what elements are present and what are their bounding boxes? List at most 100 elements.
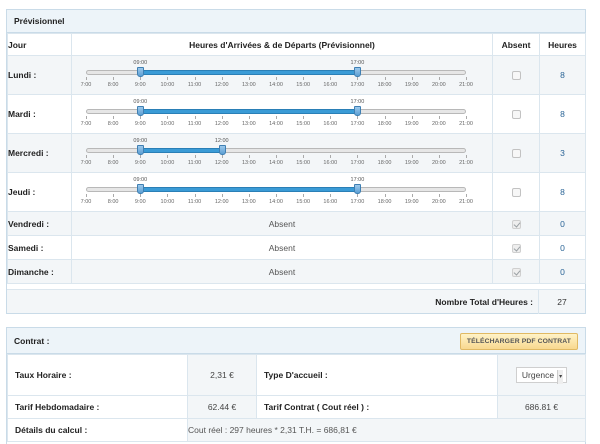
slider-end-handle[interactable] <box>354 106 362 116</box>
slider-tick <box>248 116 250 119</box>
type-accueil-select[interactable]: Urgence ▾ <box>515 367 568 384</box>
slider-tick <box>466 77 467 80</box>
slider-tick-label: 16:00 <box>323 82 338 88</box>
slider-tick-label: 20:00 <box>431 121 446 127</box>
type-accueil-label: Type D'accueil : <box>256 354 498 396</box>
slider-end-handle[interactable] <box>354 67 362 77</box>
absent-checkbox[interactable] <box>511 71 521 81</box>
slider-tick-label: 12:00 <box>214 82 229 88</box>
slider-tick <box>113 155 115 158</box>
slider-tick-label: 15:00 <box>296 199 311 205</box>
day-row: Samedi : Absent 0 <box>7 235 586 260</box>
slider-tick-label: 21:00 <box>459 121 473 127</box>
slider-tick-label: 19:00 <box>404 121 419 127</box>
slider-tick-label: 21:00 <box>459 199 473 205</box>
day-label: Mardi : <box>7 94 72 134</box>
slider-tick <box>438 194 440 197</box>
slider-tick-label: 11:00 <box>187 82 202 88</box>
slider-end-handle[interactable] <box>218 145 226 155</box>
slider-tick-label: 7:00 <box>80 199 92 205</box>
slider-tick-label: 18:00 <box>377 82 392 88</box>
day-row: Dimanche : Absent 0 <box>7 259 586 284</box>
absent-checkbox[interactable] <box>511 219 521 229</box>
slider-tick <box>411 155 413 158</box>
total-hours-label: Nombre Total d'Heures : <box>435 297 533 307</box>
slider-tick <box>276 155 277 158</box>
tarif-contrat-label: Tarif Contrat ( Cout réel ) : <box>256 395 498 419</box>
slider-tick-label: 20:00 <box>431 82 446 88</box>
slider-tick-label: 14:00 <box>269 160 283 166</box>
hours-range-slider[interactable]: 7:00 8:00 9:00 10:00 11:00 12:00 13:00 14:00 15:… <box>80 173 473 212</box>
slider-tick <box>140 155 142 158</box>
slider-tick-label: 19:00 <box>404 199 419 205</box>
slider-tick <box>384 116 386 119</box>
slider-tick <box>221 194 223 197</box>
day-hours: 8 <box>539 172 586 212</box>
slider-end-label: 12:00 <box>214 138 229 144</box>
absent-checkbox[interactable] <box>511 149 521 159</box>
slider-tick-label: 11:00 <box>187 160 202 166</box>
previsionnel-panel: Prévisionnel Jour Heures d'Arrivées & de… <box>6 9 586 314</box>
day-label: Samedi : <box>7 235 72 260</box>
slider-tick <box>113 194 115 197</box>
slider-start-label: 09:00 <box>133 60 148 66</box>
slider-tick-label: 9:00 <box>134 82 146 88</box>
slider-tick <box>303 194 305 197</box>
slider-end-handle[interactable] <box>354 184 362 194</box>
slider-tick <box>384 194 386 197</box>
slider-tick-label: 21:00 <box>459 82 473 88</box>
slider-tick <box>276 77 277 80</box>
col-header-jour: Jour <box>7 33 72 56</box>
hours-slider-cell: 7:00 8:00 9:00 10:00 11:00 12:00 13:00 14:00 15:… <box>71 55 493 95</box>
contrat-header: Contrat : TÉLÉCHARGER PDF CONTRAT <box>7 328 585 354</box>
hours-range-slider[interactable]: 7:00 8:00 9:00 10:00 11:00 12:00 13:00 14:00 15:… <box>81 134 473 173</box>
slider-tick <box>140 194 142 197</box>
slider-tick-label: 18:00 <box>377 160 392 166</box>
slider-tick <box>140 77 142 80</box>
slider-selected-range <box>140 187 358 192</box>
absent-cell <box>492 259 540 284</box>
slider-tick-label: 15:00 <box>296 160 311 166</box>
slider-tick-label: 12:00 <box>214 121 229 127</box>
slider-tick-label: 9:00 <box>134 160 146 166</box>
day-label: Mercredi : <box>7 133 72 173</box>
slider-tick-label: 17:00 <box>350 82 365 88</box>
hours-slider-cell: 7:00 8:00 9:00 10:00 11:00 12:00 13:00 14:00 15:… <box>71 133 493 173</box>
day-hours: 0 <box>539 235 586 260</box>
slider-tick-label: 18:00 <box>377 199 392 205</box>
absent-checkbox[interactable] <box>511 243 521 253</box>
slider-tick-label: 7:00 <box>80 82 92 88</box>
hours-range-slider[interactable]: 7:00 8:00 9:00 10:00 11:00 12:00 13:00 14:00 15:… <box>80 95 473 134</box>
slider-tick-label: 20:00 <box>431 160 446 166</box>
absent-checkbox[interactable] <box>511 267 521 277</box>
slider-tick-label: 11:00 <box>187 199 202 205</box>
absent-checkbox[interactable] <box>511 188 521 198</box>
slider-tick-label: 10:00 <box>160 160 175 166</box>
hours-range-slider[interactable]: 7:00 8:00 9:00 10:00 11:00 12:00 13:00 14:00 15:… <box>80 56 473 95</box>
slider-start-handle[interactable] <box>137 145 145 155</box>
slider-tick-label: 16:00 <box>323 160 338 166</box>
slider-tick <box>357 77 359 80</box>
slider-tick-label: 19:00 <box>404 82 419 88</box>
download-pdf-button[interactable]: TÉLÉCHARGER PDF CONTRAT <box>459 333 578 350</box>
day-hours: 8 <box>539 55 586 95</box>
slider-tick-label: 8:00 <box>107 199 119 205</box>
slider-selected-range <box>140 70 358 75</box>
slider-start-handle[interactable] <box>137 67 145 77</box>
slider-tick-label: 10:00 <box>160 199 175 205</box>
absent-checkbox[interactable] <box>511 110 521 120</box>
absent-cell <box>492 55 540 95</box>
slider-start-handle[interactable] <box>137 184 145 194</box>
slider-start-handle[interactable] <box>137 106 145 116</box>
slider-tick-label: 13:00 <box>241 121 256 127</box>
slider-tick-label: 10:00 <box>160 82 175 88</box>
taux-horaire-value: 2,31 € <box>187 354 257 396</box>
contrat-panel: Contrat : TÉLÉCHARGER PDF CONTRAT Taux H… <box>6 327 586 444</box>
slider-tick-label: 14:00 <box>269 121 283 127</box>
day-row: Mercredi : 7:00 8:00 9:00 10:00 11:00 12:00 13:… <box>7 133 586 173</box>
slider-tick-label: 7:00 <box>80 121 92 127</box>
slider-tick <box>357 194 359 197</box>
slider-selected-range <box>140 109 358 114</box>
col-header-heures: Heures <box>539 33 586 56</box>
day-row: Jeudi : 7:00 8:00 9:00 10:00 11:00 12:00 13:00 1… <box>7 172 586 212</box>
